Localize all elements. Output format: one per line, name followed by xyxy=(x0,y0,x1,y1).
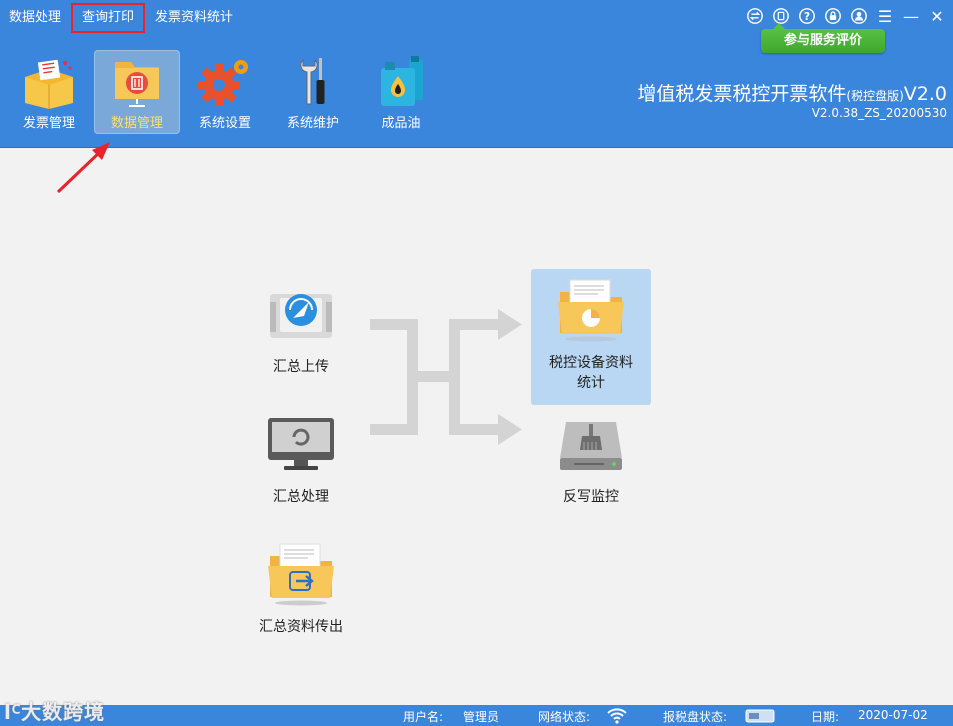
summary-process[interactable]: 汇总处理 xyxy=(241,409,361,507)
menu-data-processing[interactable]: 数据处理 xyxy=(0,4,70,32)
tool-system-maintenance[interactable]: 系统维护 xyxy=(270,50,356,134)
tool-label: 数据管理 xyxy=(110,116,163,131)
tool-label: 系统设置 xyxy=(198,116,251,131)
monitor-icon xyxy=(266,409,336,479)
app-title: 增值税发票税控开票软件(税控盘版)V2.0 xyxy=(637,79,947,106)
watermark: lꟲ大数跨境 xyxy=(4,696,105,725)
close-icon[interactable]: ✕ xyxy=(927,6,947,26)
summary-upload-label: 汇总上传 xyxy=(273,359,329,375)
tool-label: 成品油 xyxy=(381,116,421,131)
app-title-suffix: V2.0 xyxy=(903,83,947,105)
menu-icon[interactable]: ☰ xyxy=(875,6,895,26)
app-title-main: 增值税发票税控开票软件 xyxy=(637,83,847,105)
date-label: 日期: xyxy=(811,710,840,724)
user-label: 用户名: xyxy=(403,710,444,724)
upload-icon xyxy=(266,279,336,349)
summary-upload[interactable]: 汇总上传 xyxy=(241,279,361,377)
tool-refined-oil[interactable]: 成品油 xyxy=(358,50,444,134)
folder-chart-icon xyxy=(556,275,626,345)
watermark-text: 大数跨境 xyxy=(21,700,106,724)
svg-text:?: ? xyxy=(804,10,810,23)
tool-system-settings[interactable]: 系统设置 xyxy=(182,50,268,134)
menu-query-print[interactable]: 查询打印 xyxy=(71,3,146,33)
writeback-monitor[interactable]: 反写监控 xyxy=(531,409,651,507)
user-icon[interactable] xyxy=(849,6,869,26)
gear-icon xyxy=(194,54,256,110)
device-statistics-label: 税控设备资料 统计 xyxy=(549,353,633,393)
user-value: 管理员 xyxy=(463,710,500,724)
device-data-statistics[interactable]: 税控设备资料 统计 xyxy=(531,269,651,405)
lock-icon[interactable] xyxy=(823,6,843,26)
tool-data-management[interactable]: 数据管理 xyxy=(94,50,180,134)
app-version: V2.0.38_ZS_20200530 xyxy=(811,106,947,120)
status-bar: 用户名: 管理员 网络状态: 报税盘状态: 日期: 2020-07-02 xyxy=(0,705,953,726)
app-edition: (税控盘版) xyxy=(846,89,904,103)
watermark-logo-icon: lꟲ xyxy=(4,700,22,724)
menu-invoice-statistics[interactable]: 发票资料统计 xyxy=(146,4,242,32)
device-statistics-line1: 税控设备资料 xyxy=(549,355,633,371)
writeback-monitor-label: 反写监控 xyxy=(563,489,619,505)
folder-export-icon xyxy=(266,539,336,609)
date-value: 2020-07-02 xyxy=(858,708,928,722)
tool-invoice-management[interactable]: 发票管理 xyxy=(6,50,92,134)
tool-label: 系统维护 xyxy=(286,116,339,131)
flow-diagram xyxy=(370,309,522,445)
minimize-icon[interactable]: — xyxy=(901,6,921,26)
summary-export[interactable]: 汇总资料传出 xyxy=(241,539,361,637)
main-content: 汇总上传 汇总处理 汇总资料传出 税控设备资料 统计 反写监控 xyxy=(0,149,953,705)
summary-process-label: 汇总处理 xyxy=(273,489,329,505)
service-evaluation-button[interactable]: 参与服务评价 xyxy=(761,23,885,53)
data-folder-icon xyxy=(106,54,168,110)
help-icon[interactable]: ? xyxy=(797,6,817,26)
main-toolbar: 发票管理 数据管理 系统设置 系统维护 成品油 xyxy=(6,50,446,134)
tools-icon xyxy=(282,54,344,110)
device-statistics-line2: 统计 xyxy=(577,375,605,391)
network-label: 网络状态: xyxy=(538,710,591,724)
disk-label: 报税盘状态: xyxy=(663,710,728,724)
summary-export-label: 汇总资料传出 xyxy=(259,619,343,635)
drive-broom-icon xyxy=(556,409,626,479)
wifi-icon xyxy=(606,706,628,726)
header: 数据处理 查询打印 发票资料统计 ? ☰ — ✕ 参与服务评价 发票管理 数据管… xyxy=(0,0,953,148)
disk-icon xyxy=(745,709,775,726)
invoice-box-icon xyxy=(18,54,80,110)
oil-can-icon xyxy=(370,54,432,110)
top-menu: 数据处理 查询打印 发票资料统计 xyxy=(0,3,242,33)
switch-icon[interactable] xyxy=(745,6,765,26)
tool-label: 发票管理 xyxy=(22,116,75,131)
